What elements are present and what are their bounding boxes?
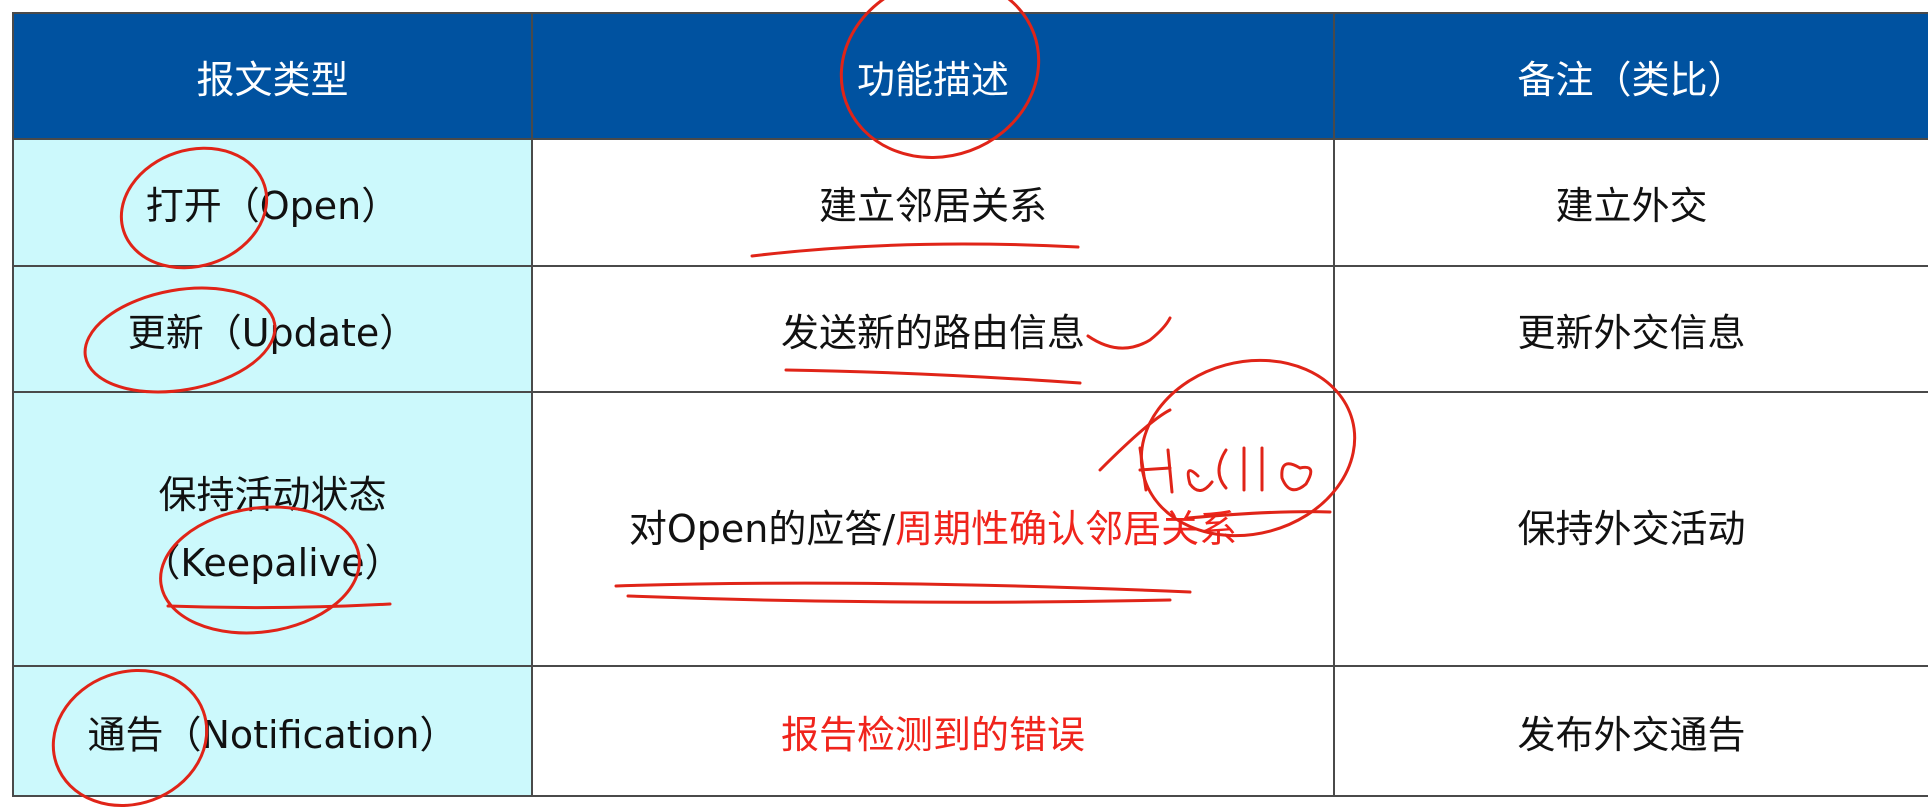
table-row: 打开（Open） 建立邻居关系 建立外交 xyxy=(12,138,1928,267)
header-remark-analogy: 备注（类比） xyxy=(1333,12,1928,140)
cell-remark: 发布外交通告 xyxy=(1333,665,1928,797)
cell-description: 报告检测到的错误 xyxy=(531,665,1335,797)
cell-message-type: 打开（Open） xyxy=(12,138,533,267)
message-type-line-1: 保持活动状态 xyxy=(158,473,387,517)
cell-message-type: 通告（Notification） xyxy=(12,665,533,797)
table-header-row: 报文类型 功能描述 备注（类比） xyxy=(12,12,1928,140)
bgp-message-table: 报文类型 功能描述 备注（类比） 打开（Open） 建立邻居关系 建立外交 更新… xyxy=(12,12,1928,797)
description-text: 建立邻居关系 xyxy=(818,184,1047,228)
table-row: 更新（Update） 发送新的路由信息 更新外交信息 xyxy=(12,265,1928,393)
description-highlight: 报告检测到的错误 xyxy=(780,712,1085,757)
cell-message-type: 保持活动状态 （Keepalive） xyxy=(12,391,533,667)
header-function-description: 功能描述 xyxy=(531,12,1335,140)
description-highlight: 周期性确认邻居关系 xyxy=(895,507,1238,551)
cell-description: 对Open的应答/周期性确认邻居关系 xyxy=(531,391,1335,667)
description-text: 发送新的路由信息 xyxy=(780,310,1085,355)
cell-description: 建立邻居关系 xyxy=(531,138,1335,267)
header-message-type: 报文类型 xyxy=(12,12,533,140)
cell-remark: 建立外交 xyxy=(1333,138,1928,267)
cell-remark: 更新外交信息 xyxy=(1333,265,1928,393)
cell-remark: 保持外交活动 xyxy=(1333,391,1928,667)
cell-description: 发送新的路由信息 xyxy=(531,265,1335,393)
table-row: 通告（Notification） 报告检测到的错误 发布外交通告 xyxy=(12,665,1928,797)
message-type-line-2: （Keepalive） xyxy=(142,541,403,585)
cell-message-type: 更新（Update） xyxy=(12,265,533,393)
description-text: 对Open的应答/ xyxy=(628,507,896,551)
table-row: 保持活动状态 （Keepalive） 对Open的应答/周期性确认邻居关系 保持… xyxy=(12,391,1928,667)
